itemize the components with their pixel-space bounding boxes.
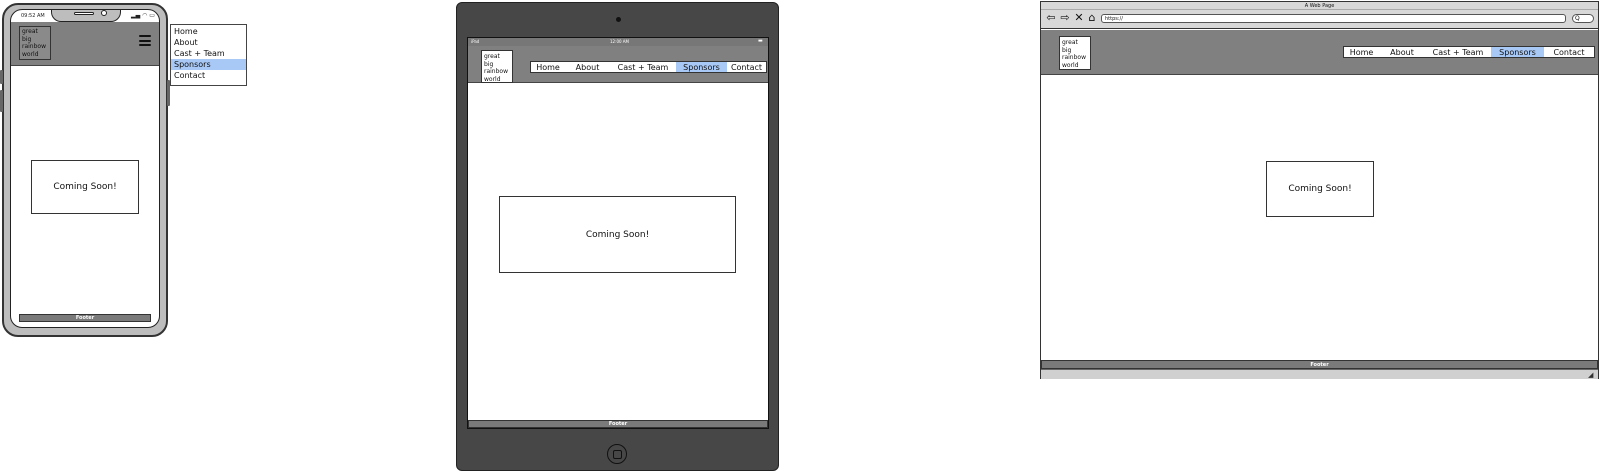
nav-item-about[interactable]: About [1379, 47, 1425, 57]
site-footer: Footer [1041, 360, 1598, 369]
hamburger-menu-icon[interactable] [139, 35, 151, 46]
home-icon[interactable]: ⌂ [1086, 12, 1098, 24]
browser-window: A Web Page ⇦ ⇨ ✕ ⌂ https:// Q great big … [1040, 1, 1599, 379]
nav-bar: Home About Cast + Team Sponsors Contact [1343, 46, 1595, 58]
site-header: great big rainbow world Home About Cast … [468, 46, 768, 83]
coming-soon-text: Coming Soon! [585, 229, 650, 240]
search-icon: Q [1575, 15, 1580, 22]
back-arrow-icon[interactable]: ⇦ [1045, 12, 1057, 24]
logo-line: great [484, 53, 500, 60]
nav-item-sponsors[interactable]: Sponsors [1491, 47, 1544, 57]
site-header: great big rainbow world [11, 22, 159, 66]
phone-notch [51, 10, 121, 22]
site-logo[interactable]: great big rainbow world [19, 26, 51, 60]
coming-soon-box: Coming Soon! [31, 160, 139, 214]
nav-item-home[interactable]: Home [1344, 47, 1379, 57]
tablet-home-button[interactable] [607, 444, 627, 464]
search-field[interactable]: Q [1572, 14, 1594, 23]
coming-soon-box: Coming Soon! [499, 196, 736, 273]
browser-toolbar: ⇦ ⇨ ✕ ⌂ https:// Q [1041, 10, 1598, 29]
browser-title: A Web Page [1304, 3, 1335, 9]
menu-item-home[interactable]: Home [171, 26, 246, 37]
coming-soon-box: Coming Soon! [1266, 161, 1374, 217]
nav-bar: Home About Cast + Team Sponsors Contact [530, 61, 767, 73]
footer-label: Footer [1310, 361, 1329, 368]
resize-handle-icon[interactable]: ◢ [1588, 371, 1596, 379]
tablet-camera [616, 17, 621, 22]
phone-volume-button [0, 70, 3, 84]
site-footer: Footer [468, 420, 768, 428]
phone-screen: 09:52 AM ▂▄ ◠ ▭ great big rainbow world … [10, 9, 160, 328]
address-bar[interactable]: https:// [1101, 14, 1566, 23]
nav-item-sponsors[interactable]: Sponsors [676, 62, 727, 72]
close-icon[interactable]: ✕ [1073, 12, 1085, 24]
site-logo[interactable]: great big rainbow world [481, 50, 513, 83]
logo-line: rainbow [1062, 54, 1086, 61]
battery-icon: ▬ [758, 38, 763, 44]
logo-line: rainbow [484, 68, 508, 75]
menu-item-sponsors[interactable]: Sponsors [171, 59, 246, 70]
footer-label: Footer [608, 421, 628, 427]
menu-item-contact[interactable]: Contact [171, 70, 246, 81]
phone-volume-button [0, 90, 3, 112]
menu-item-cast-team[interactable]: Cast + Team [171, 48, 246, 59]
phone-camera [101, 10, 107, 16]
menu-item-about[interactable]: About [171, 37, 246, 48]
site-footer: Footer [19, 314, 151, 322]
logo-line: great [1062, 39, 1078, 46]
logo-line: world [22, 50, 39, 58]
tablet-screen: iPad 12:00 AM ▬ great big rainbow world … [467, 37, 769, 429]
nav-dropdown-menu: Home About Cast + Team Sponsors Contact [170, 24, 247, 86]
address-bar-url: https:// [1105, 16, 1123, 22]
logo-line: rainbow [22, 43, 46, 50]
nav-item-about[interactable]: About [565, 62, 610, 72]
logo-line: big [484, 60, 494, 68]
phone-speaker [74, 12, 94, 15]
logo-line: big [22, 35, 32, 43]
nav-item-home[interactable]: Home [531, 62, 565, 72]
coming-soon-text: Coming Soon! [53, 182, 117, 192]
logo-line: world [484, 75, 501, 83]
footer-label: Footer [75, 315, 95, 321]
forward-arrow-icon[interactable]: ⇨ [1059, 12, 1071, 24]
logo-line: world [1062, 61, 1079, 69]
phone-status-icons: ▂▄ ◠ ▭ [131, 12, 155, 19]
tablet-status-carrier: iPad [471, 39, 480, 44]
tablet-status-bar: iPad 12:00 AM ▬ [468, 38, 768, 46]
coming-soon-text: Coming Soon! [1288, 184, 1352, 194]
nav-item-contact[interactable]: Contact [727, 62, 766, 72]
browser-status-bar: ◢ [1041, 369, 1598, 379]
site-header: great big rainbow world Home About Cast … [1041, 30, 1598, 75]
browser-title-bar: A Web Page [1041, 2, 1598, 10]
tablet-device-frame: iPad 12:00 AM ▬ great big rainbow world … [456, 2, 779, 471]
tablet-status-time: 12:00 AM [610, 39, 629, 44]
nav-item-contact[interactable]: Contact [1544, 47, 1594, 57]
logo-line: great [22, 28, 38, 35]
logo-line: big [1062, 46, 1072, 54]
nav-item-cast-team[interactable]: Cast + Team [1425, 47, 1491, 57]
nav-item-cast-team[interactable]: Cast + Team [610, 62, 676, 72]
site-logo[interactable]: great big rainbow world [1059, 36, 1091, 70]
phone-status-time: 09:52 AM [21, 13, 45, 19]
